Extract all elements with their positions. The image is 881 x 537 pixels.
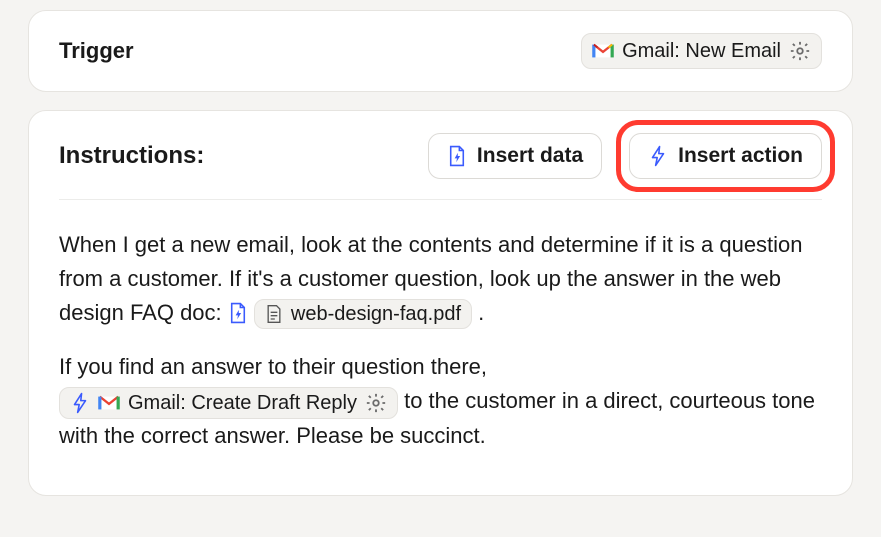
instructions-header: Instructions: Insert data <box>59 133 822 200</box>
insert-data-label: Insert data <box>477 144 583 168</box>
trigger-label: Trigger <box>59 38 134 64</box>
document-icon <box>265 304 283 324</box>
faq-file-chip[interactable]: web-design-faq.pdf <box>254 299 472 329</box>
gear-icon[interactable] <box>365 392 387 414</box>
gear-icon[interactable] <box>789 40 811 62</box>
trigger-card: Trigger Gmail: New Email <box>28 10 853 92</box>
instructions-paragraph-1: When I get a new email, look at the cont… <box>59 228 822 330</box>
trigger-chip[interactable]: Gmail: New Email <box>581 33 822 69</box>
insert-action-highlight: Insert action <box>616 120 835 192</box>
file-bolt-icon[interactable] <box>228 302 248 324</box>
insert-data-button[interactable]: Insert data <box>428 133 602 179</box>
bolt-icon <box>648 145 668 167</box>
instructions-paragraph-2: If you find an answer to their question … <box>59 350 822 452</box>
instructions-label: Instructions: <box>59 142 204 170</box>
gmail-icon <box>98 394 120 412</box>
insert-action-label: Insert action <box>678 144 803 168</box>
insert-action-button[interactable]: Insert action <box>629 133 822 179</box>
p1-text-b: . <box>478 300 484 325</box>
trigger-chip-text: Gmail: New Email <box>622 41 781 61</box>
gmail-icon <box>592 42 614 60</box>
instructions-toolbar: Insert data Insert action <box>428 133 822 179</box>
instructions-body[interactable]: When I get a new email, look at the cont… <box>59 228 822 453</box>
draft-reply-action-text: Gmail: Create Draft Reply <box>128 393 357 413</box>
draft-reply-action-chip[interactable]: Gmail: Create Draft Reply <box>59 387 398 419</box>
p2-text-a: If you find an answer to their question … <box>59 354 487 379</box>
bolt-icon <box>70 392 90 414</box>
file-bolt-icon <box>447 145 467 167</box>
faq-file-name: web-design-faq.pdf <box>291 304 461 324</box>
instructions-card: Instructions: Insert data <box>28 110 853 496</box>
